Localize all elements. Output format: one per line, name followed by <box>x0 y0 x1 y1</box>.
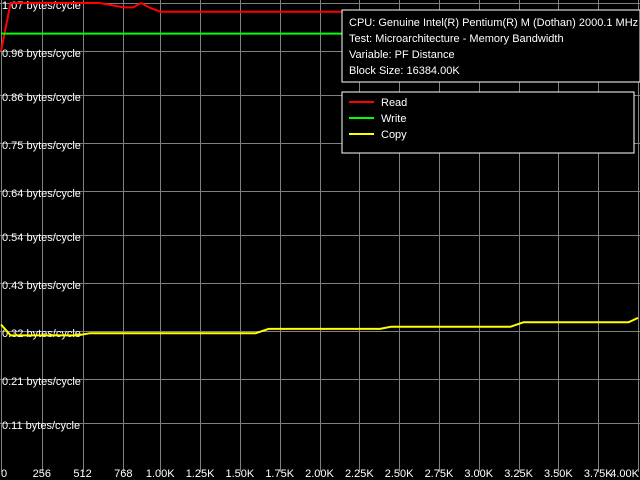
y-tick-label-0: 1.07 bytes/cycle <box>2 0 81 12</box>
x-tick-label-2: 512 <box>73 468 91 480</box>
legend-label-write: Write <box>381 113 406 125</box>
x-tick-label-1: 256 <box>33 468 51 480</box>
info-block-size: Block Size: 16384.00K <box>349 65 460 77</box>
x-tick-label-12: 3.00K <box>464 468 493 480</box>
legend: Read Write Copy <box>341 91 635 154</box>
info-test: Test: Microarchitecture - Memory Bandwid… <box>349 33 564 45</box>
y-tick-label-1: 0.96 bytes/cycle <box>2 48 81 60</box>
y-tick-label-8: 0.21 bytes/cycle <box>2 376 81 388</box>
y-tick-label-9: 0.11 bytes/cycle <box>2 420 80 432</box>
x-tick-label-9: 2.25K <box>345 468 374 480</box>
x-tick-label-5: 1.25K <box>186 468 215 480</box>
info-cpu: CPU: Genuine Intel(R) Pentium(R) M (Doth… <box>349 17 638 29</box>
legend-label-copy: Copy <box>381 129 407 141</box>
bandwidth-chart: 1.07 bytes/cycle 0.96 bytes/cycle 0.86 byt… <box>0 0 640 480</box>
x-tick-label-16: 4.00K <box>610 468 639 480</box>
x-tick-label-0: 0 <box>1 468 7 480</box>
info-variable: Variable: PF Distance <box>349 49 455 61</box>
x-tick-label-14: 3.50K <box>544 468 573 480</box>
y-tick-label-4: 0.64 bytes/cycle <box>2 188 81 200</box>
x-tick-label-3: 768 <box>114 468 132 480</box>
y-tick-label-2: 0.86 bytes/cycle <box>2 92 81 104</box>
x-tick-label-13: 3.25K <box>504 468 533 480</box>
x-tick-label-10: 2.50K <box>385 468 414 480</box>
y-tick-label-5: 0.54 bytes/cycle <box>2 232 81 244</box>
info-box: CPU: Genuine Intel(R) Pentium(R) M (Doth… <box>341 9 640 83</box>
y-tick-label-3: 0.75 bytes/cycle <box>2 140 81 152</box>
x-tick-label-8: 2.00K <box>305 468 334 480</box>
x-tick-label-6: 1.50K <box>226 468 255 480</box>
legend-label-read: Read <box>381 97 407 109</box>
x-tick-label-15: 3.75K <box>584 468 613 480</box>
y-tick-label-7: 0.32 bytes/cycle <box>2 328 81 340</box>
x-tick-label-4: 1.00K <box>146 468 175 480</box>
x-tick-label-7: 1.75K <box>265 468 294 480</box>
x-tick-label-11: 2.75K <box>425 468 454 480</box>
y-tick-label-6: 0.43 bytes/cycle <box>2 280 81 292</box>
